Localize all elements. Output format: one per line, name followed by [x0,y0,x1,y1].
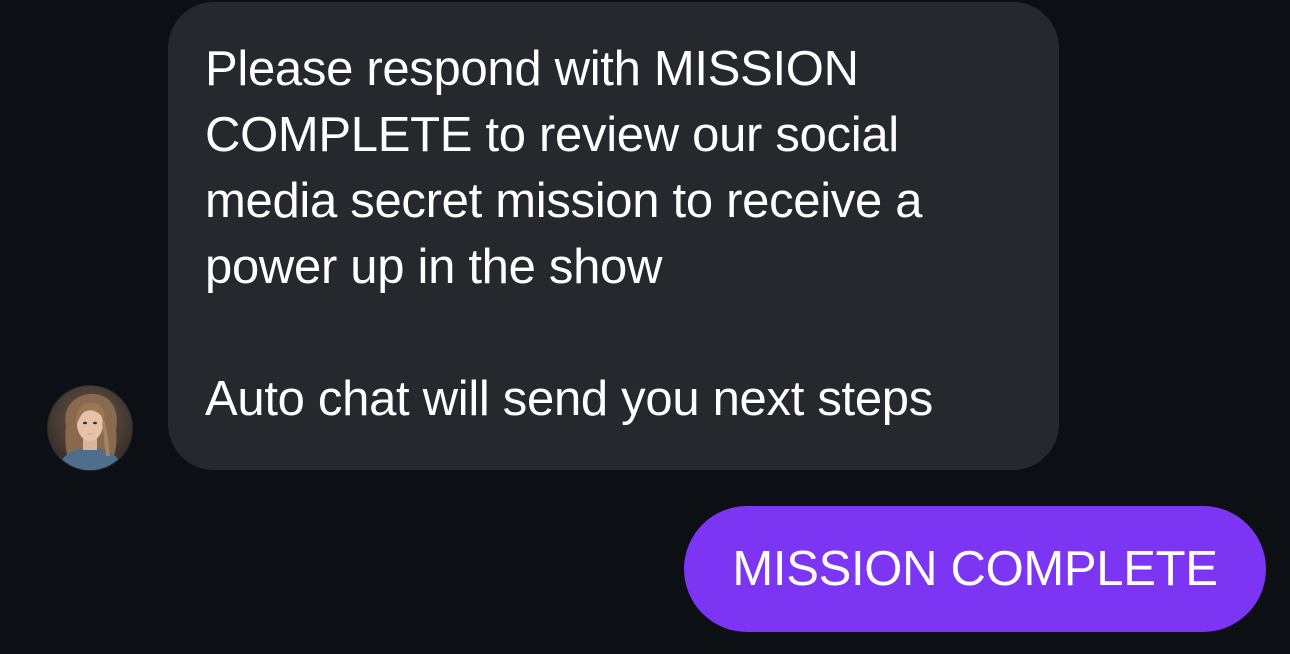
message-followup: Auto chat will send you next steps [205,372,933,426]
message-line: Please respond with MISSION [205,42,859,96]
sender-avatar[interactable] [48,386,132,470]
chat-thread: Please respond with MISSION COMPLETE to … [0,0,1290,654]
message-line: media secret mission to receive a [205,174,923,228]
message-line: power up in the show [205,240,663,294]
outgoing-message-text: MISSION COMPLETE [732,542,1218,596]
profile-photo-icon [48,386,132,470]
message-line: COMPLETE to review our social [205,108,899,162]
incoming-message-bubble[interactable]: Please respond with MISSION COMPLETE to … [168,2,1059,470]
outgoing-message-bubble[interactable]: MISSION COMPLETE [684,506,1266,632]
